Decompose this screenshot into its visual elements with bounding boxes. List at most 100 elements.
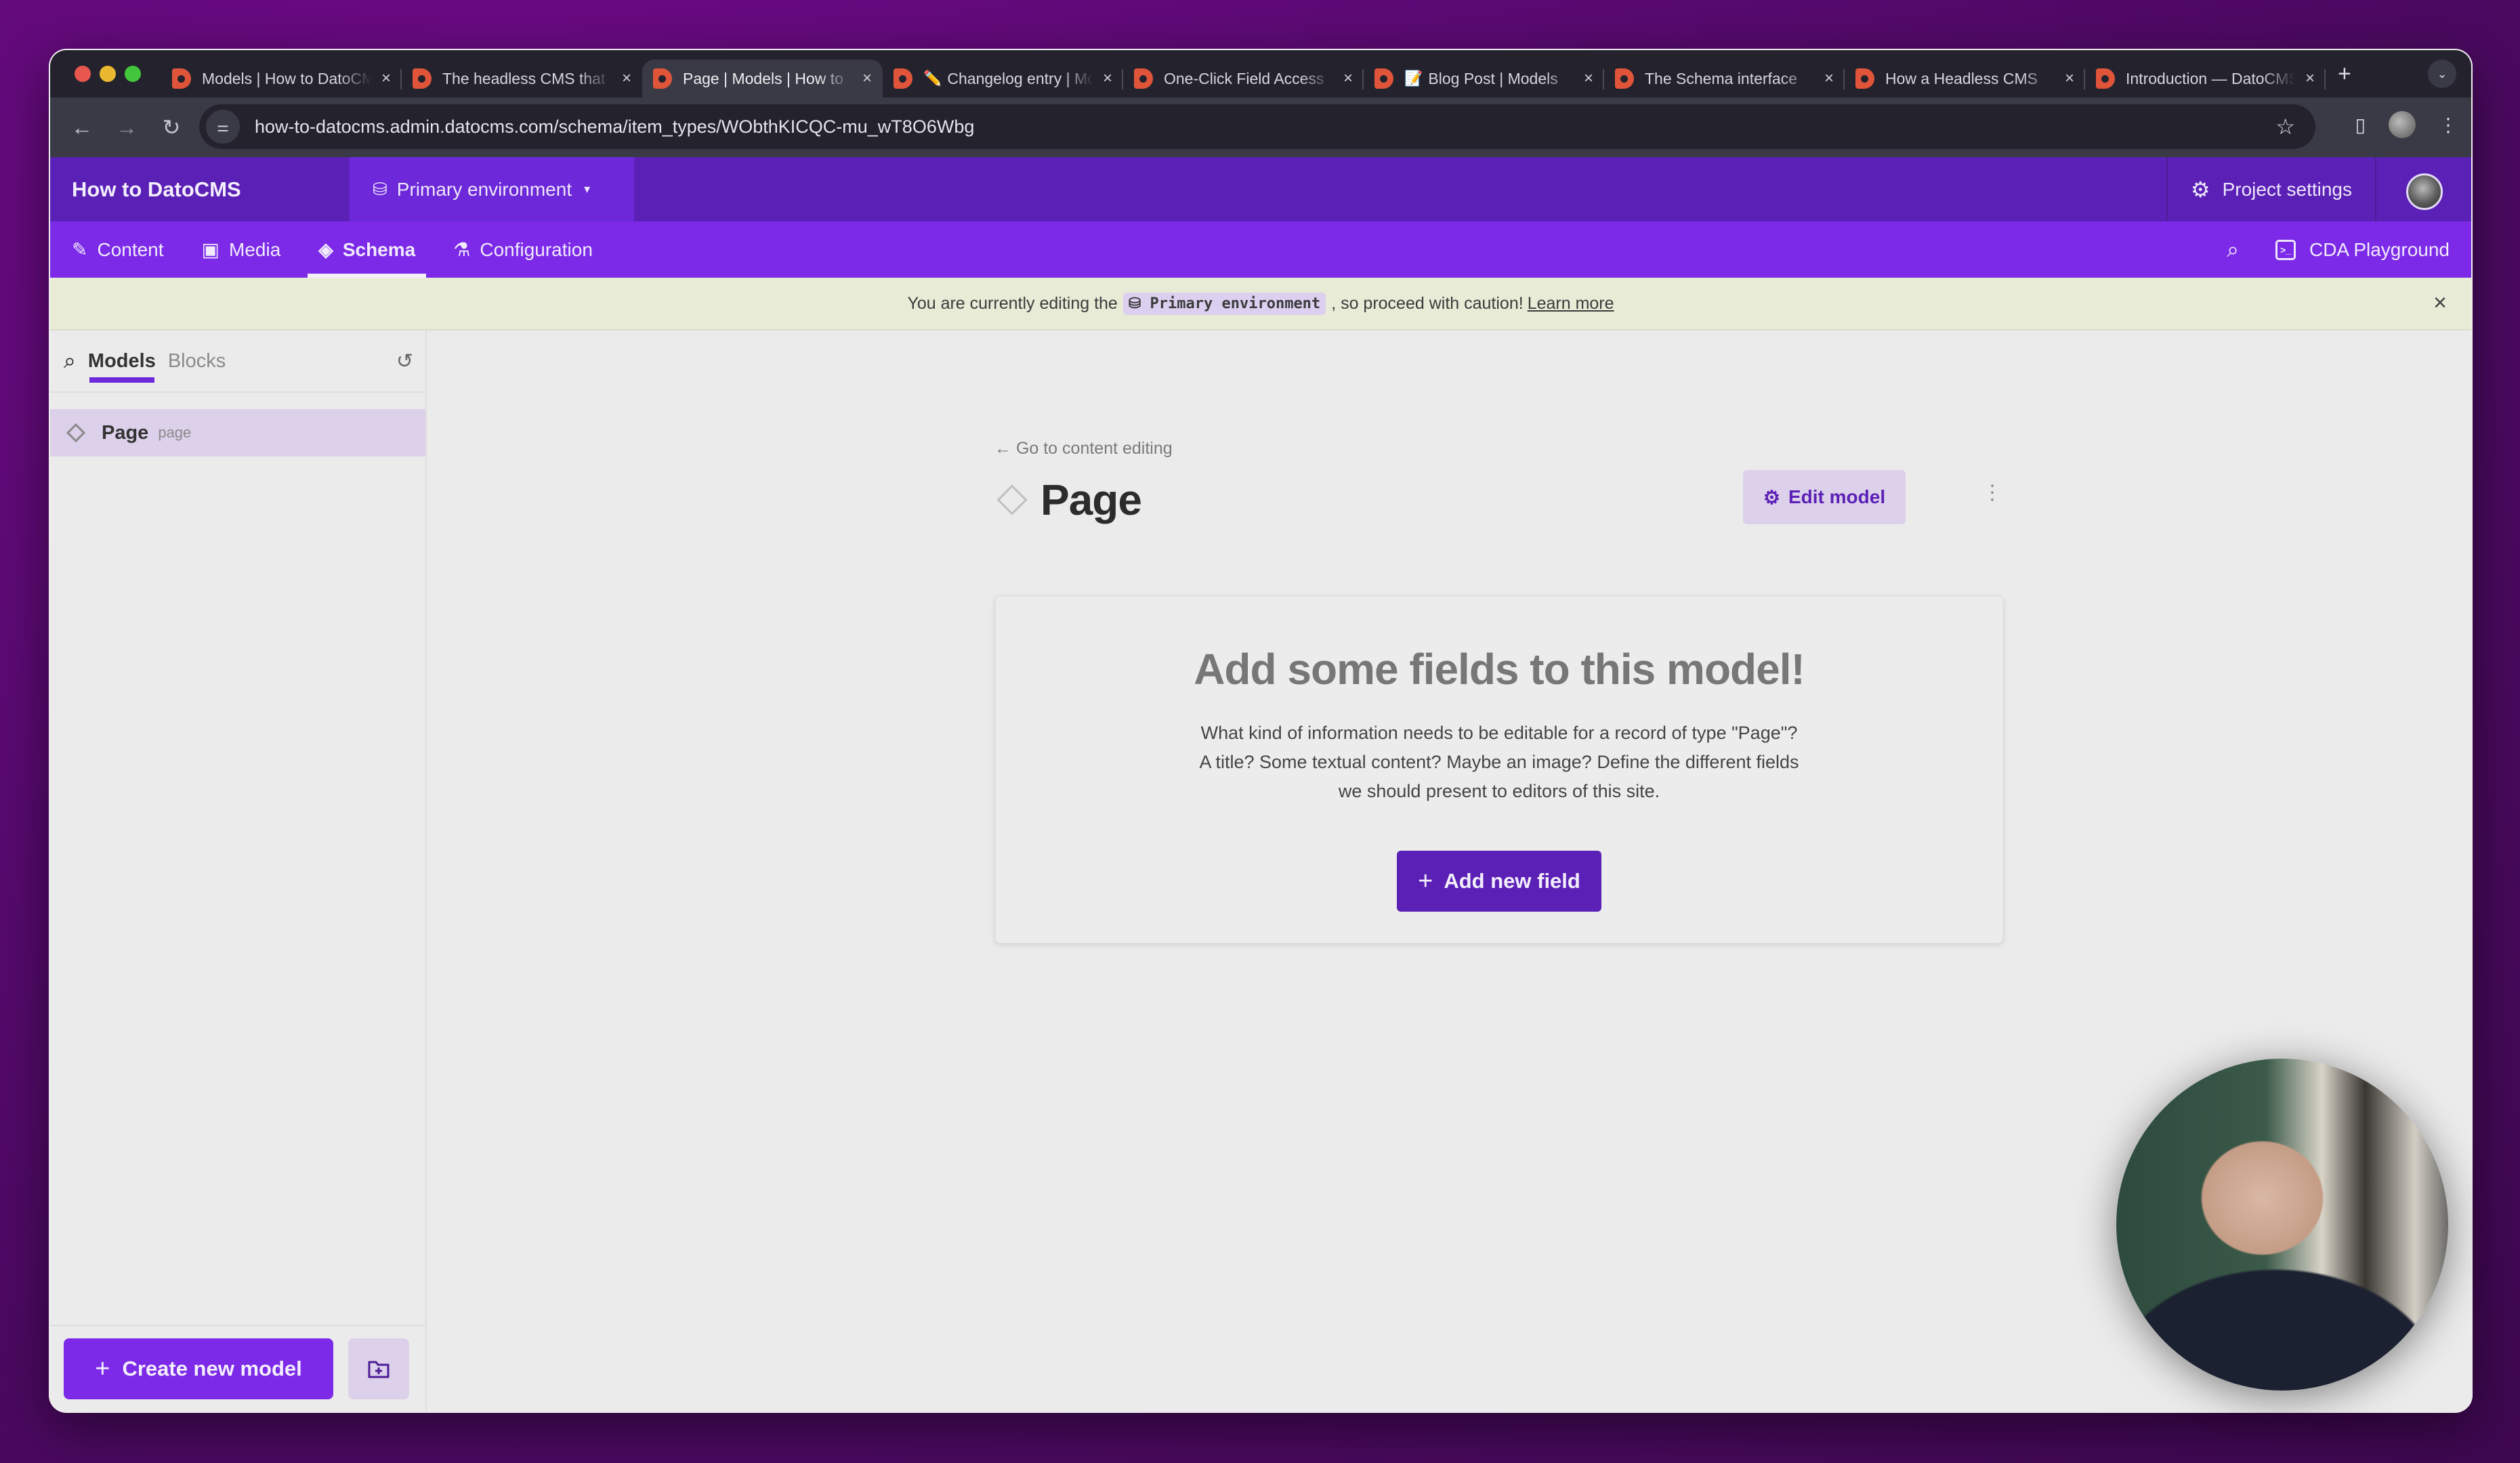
maximize-window-button[interactable] bbox=[125, 66, 141, 82]
caret-down-icon: ▾ bbox=[584, 182, 591, 196]
url-text[interactable]: how-to-datocms.admin.datocms.com/schema/… bbox=[255, 116, 974, 137]
nav-item-label: Schema bbox=[342, 238, 416, 260]
empty-state-heading: Add some fields to this model! bbox=[1194, 645, 1805, 694]
tab-title: One-Click Field Access bbox=[1164, 69, 1324, 87]
browser-tab[interactable]: How a Headless CMS × bbox=[1845, 60, 2085, 98]
browser-window: Models | How to DatoCMS × The headless CMS… bbox=[49, 49, 2473, 1413]
tab-close-icon[interactable]: × bbox=[2305, 69, 2315, 88]
empty-state-card: Add some fields to this model! What kind… bbox=[995, 596, 2003, 943]
tab-emoji-icon: 📝 bbox=[1404, 70, 1423, 87]
environment-chip: ⛁ Primary environment bbox=[1122, 292, 1326, 315]
toolbar-right: ▯ ⋮ bbox=[2355, 111, 2458, 138]
nav-item-label: Configuration bbox=[480, 238, 593, 260]
bookmark-star-icon[interactable]: ☆ bbox=[2275, 114, 2295, 140]
edit-model-button[interactable]: ⚙ Edit model bbox=[1743, 470, 1906, 524]
model-api-key: page bbox=[158, 424, 192, 441]
cda-playground-button[interactable]: >_ CDA Playground bbox=[2275, 239, 2450, 261]
tab-close-icon[interactable]: × bbox=[2065, 69, 2074, 88]
browser-tab[interactable]: Introduction — DatoCMS × bbox=[2085, 60, 2326, 98]
user-avatar[interactable] bbox=[2406, 173, 2443, 210]
forward-button[interactable]: → bbox=[104, 115, 149, 140]
tab-close-icon[interactable]: × bbox=[622, 69, 631, 88]
tab-title: How a Headless CMS bbox=[1885, 69, 2038, 87]
datocms-favicon-icon bbox=[1134, 68, 1153, 89]
browser-profile-avatar[interactable] bbox=[2389, 111, 2416, 138]
folder-plus-icon bbox=[368, 1361, 390, 1378]
search-icon[interactable]: ⌕ bbox=[64, 348, 76, 374]
project-name[interactable]: How to DatoCMS bbox=[72, 177, 350, 202]
tab-close-icon[interactable]: × bbox=[1343, 69, 1353, 88]
cda-playground-label: CDA Playground bbox=[2309, 238, 2450, 260]
sidebar-item-page[interactable]: Page page bbox=[50, 409, 425, 457]
banner-text-suffix: , so proceed with caution! bbox=[1331, 293, 1524, 313]
nav-item-label: Content bbox=[97, 238, 164, 260]
datocms-favicon-icon bbox=[2096, 68, 2115, 89]
tab-models[interactable]: Models bbox=[88, 330, 156, 392]
environment-chip-label: Primary environment bbox=[1150, 295, 1321, 312]
tab-title: The headless CMS that bbox=[442, 69, 606, 87]
tab-close-icon[interactable]: × bbox=[1584, 69, 1593, 88]
gear-icon: ⚙ bbox=[2190, 177, 2210, 202]
tab-title: Changelog entry | Mod bbox=[947, 69, 1093, 87]
close-window-button[interactable] bbox=[75, 66, 91, 82]
nav-item-content[interactable]: ✎ Content bbox=[50, 221, 183, 278]
tab-search-button[interactable]: ⌄ bbox=[2428, 60, 2456, 88]
model-diamond-icon bbox=[996, 484, 1028, 515]
browser-tab[interactable]: 📝 Blog Post | Models × bbox=[1364, 60, 1604, 98]
new-tab-button[interactable]: + bbox=[2338, 61, 2351, 87]
new-folder-button[interactable] bbox=[348, 1338, 409, 1399]
back-button[interactable]: ← bbox=[60, 115, 104, 140]
nav-item-configuration[interactable]: ⚗ Configuration bbox=[434, 221, 612, 278]
nav-item-schema[interactable]: ◈ Schema bbox=[299, 221, 434, 278]
more-options-icon[interactable]: ⋮ bbox=[1982, 481, 2002, 505]
browser-tab[interactable]: ✏️ Changelog entry | Mod × bbox=[883, 60, 1123, 98]
add-new-field-label: Add new field bbox=[1444, 869, 1580, 893]
browser-tab[interactable]: One-Click Field Access × bbox=[1123, 60, 1364, 98]
browser-tab[interactable]: Page | Models | How to × bbox=[642, 60, 883, 98]
datocms-favicon-icon bbox=[894, 68, 912, 89]
environment-warning-banner: You are currently editing the ⛁ Primary … bbox=[50, 278, 2471, 331]
project-settings-button[interactable]: ⚙ Project settings bbox=[2166, 157, 2376, 221]
page-heading: Page bbox=[994, 475, 1142, 525]
go-to-content-editing-link[interactable]: ← Go to content editing bbox=[994, 439, 1173, 459]
create-new-model-button[interactable]: + Create new model bbox=[64, 1338, 333, 1399]
address-bar[interactable]: ⚌ how-to-datocms.admin.datocms.com/schem… bbox=[199, 104, 2315, 149]
tab-title: Introduction — DatoCMS bbox=[2126, 69, 2296, 87]
side-panel-icon[interactable]: ▯ bbox=[2355, 114, 2366, 136]
close-icon[interactable]: × bbox=[2433, 290, 2447, 316]
tab-close-icon[interactable]: × bbox=[862, 69, 872, 88]
site-info-icon[interactable]: ⚌ bbox=[206, 110, 240, 144]
configuration-icon: ⚗ bbox=[453, 239, 471, 260]
model-diamond-icon bbox=[66, 423, 86, 443]
sidebar-footer: + Create new model bbox=[50, 1325, 425, 1412]
browser-menu-icon[interactable]: ⋮ bbox=[2439, 114, 2458, 136]
history-icon[interactable]: ↺ bbox=[396, 349, 413, 373]
sidebar: ⌕ Models Blocks ↺ Page page + Create new… bbox=[50, 331, 427, 1412]
toolbar: ← → ↻ ⚌ how-to-datocms.admin.datocms.com… bbox=[50, 98, 2471, 157]
browser-tab[interactable]: The headless CMS that × bbox=[402, 60, 642, 98]
tab-emoji-icon: ✏️ bbox=[923, 70, 942, 87]
create-new-model-label: Create new model bbox=[122, 1357, 302, 1380]
media-icon: ▣ bbox=[201, 239, 220, 260]
tab-list: Models | How to DatoCMS × The headless CMS… bbox=[161, 50, 2326, 98]
plus-icon: + bbox=[1418, 866, 1433, 895]
browser-tab[interactable]: The Schema interface × bbox=[1604, 60, 1845, 98]
tab-close-icon[interactable]: × bbox=[1103, 69, 1112, 88]
datocms-favicon-icon bbox=[1855, 68, 1874, 89]
add-new-field-button[interactable]: + Add new field bbox=[1397, 851, 1601, 912]
environment-switcher[interactable]: ⛁ Primary environment ▾ bbox=[350, 157, 634, 221]
learn-more-link[interactable]: Learn more bbox=[1528, 294, 1614, 314]
search-icon[interactable]: ⌕ bbox=[2227, 237, 2239, 263]
nav-item-media[interactable]: ▣ Media bbox=[183, 221, 300, 278]
nav-items: ✎ Content ▣ Media ◈ Schema ⚗ Configuration bbox=[50, 221, 612, 278]
tab-close-icon[interactable]: × bbox=[1824, 69, 1834, 88]
tab-blocks[interactable]: Blocks bbox=[168, 330, 226, 392]
tab-close-icon[interactable]: × bbox=[381, 69, 391, 88]
minimize-window-button[interactable] bbox=[100, 66, 116, 82]
empty-state-description: What kind of information needs to be edi… bbox=[1199, 723, 1799, 801]
reload-button[interactable]: ↻ bbox=[149, 114, 194, 140]
project-settings-label: Project settings bbox=[2222, 178, 2352, 200]
banner-text-prefix: You are currently editing the bbox=[907, 293, 1118, 313]
database-icon: ⛁ bbox=[373, 179, 387, 199]
browser-tab[interactable]: Models | How to DatoCMS × bbox=[161, 60, 402, 98]
